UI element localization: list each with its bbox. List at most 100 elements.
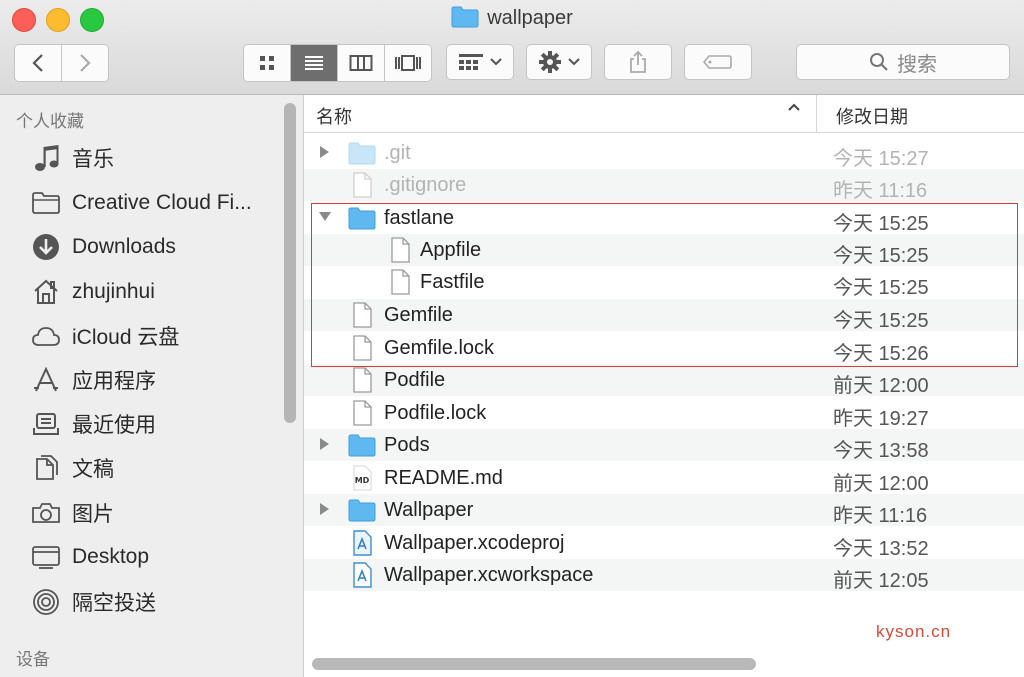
sidebar-item-home[interactable]: zhujinhui (30, 272, 155, 312)
xcode-workspace-icon (348, 561, 376, 589)
file-date: 今天 15:26 (833, 343, 929, 365)
disclosure-triangle-icon[interactable] (318, 502, 330, 516)
file-list: 名称 修改日期 .git 今天 15:27 .gitignore 昨天 11:1… (304, 95, 1024, 677)
folder-icon (30, 187, 62, 219)
file-name: .gitignore (384, 174, 467, 196)
file-date: 昨天 11:16 (833, 505, 928, 527)
file-name: Appfile (420, 239, 482, 261)
disclosure-triangle-icon[interactable] (318, 437, 330, 451)
sidebar-item-music[interactable]: 音乐 (30, 138, 114, 178)
xcode-project-icon (348, 529, 376, 557)
back-button[interactable] (15, 45, 62, 81)
share-icon (628, 50, 648, 74)
document-icon (348, 301, 376, 329)
file-name: Gemfile (384, 304, 453, 326)
file-name: README.md (384, 467, 503, 489)
grid-icon (258, 54, 276, 72)
search-field[interactable]: 搜索 (796, 44, 1010, 80)
applications-icon (30, 364, 62, 396)
forward-button[interactable] (62, 45, 108, 81)
sidebar-item-airdrop[interactable]: 隔空投送 (30, 582, 156, 622)
sidebar-item-recents[interactable]: 最近使用 (30, 404, 156, 444)
share-button[interactable] (604, 44, 672, 80)
columns-icon (349, 54, 373, 72)
file-date: 今天 13:58 (833, 440, 929, 462)
chevron-right-icon (78, 53, 92, 73)
sidebar-scrollbar[interactable] (284, 103, 296, 423)
markdown-file-icon: MD (348, 464, 376, 492)
file-date: 前天 12:00 (833, 375, 929, 397)
file-date: 昨天 11:16 (833, 180, 928, 202)
sidebar-item-creative-cloud[interactable]: Creative Cloud Fi... (30, 183, 252, 223)
search-placeholder: 搜索 (897, 53, 937, 76)
table-row[interactable]: fastlane 今天 15:25 (304, 202, 1024, 235)
name-column-header[interactable]: 名称 (316, 103, 352, 129)
disclosure-triangle-icon[interactable] (318, 145, 330, 159)
file-name: Wallpaper.xcodeproj (384, 532, 565, 554)
document-icon (348, 399, 376, 427)
sidebar-item-downloads[interactable]: Downloads (30, 227, 176, 267)
folder-icon (451, 6, 479, 28)
file-date: 今天 15:25 (833, 245, 929, 267)
window-toolbar: wallpaper 搜索 (0, 0, 1024, 95)
table-row[interactable]: Gemfile 今天 15:25 (304, 299, 1024, 332)
favorites-heading: 个人收藏 (16, 112, 84, 131)
folder-icon (348, 431, 376, 459)
window-title-text: wallpaper (487, 7, 573, 29)
file-name: Podfile (384, 369, 446, 391)
cover-flow-view-button[interactable] (385, 45, 431, 81)
document-icon (386, 236, 414, 264)
action-button[interactable] (526, 44, 592, 80)
file-name: Pods (384, 434, 430, 456)
file-name: Fastfile (420, 271, 485, 293)
folder-icon (348, 204, 376, 232)
sidebar-item-label: 最近使用 (72, 414, 156, 437)
list-icon (303, 54, 325, 72)
icon-view-button[interactable] (244, 45, 291, 81)
edit-tags-button[interactable] (684, 44, 752, 80)
table-row[interactable]: Gemfile.lock 今天 15:26 (304, 332, 1024, 365)
table-row[interactable]: .git 今天 15:27 (304, 137, 1024, 170)
table-row[interactable]: Wallpaper.xcodeproj 今天 13:52 (304, 527, 1024, 560)
table-row[interactable]: Appfile 今天 15:25 (304, 234, 1024, 267)
sidebar-item-icloud[interactable]: iCloud 云盘 (30, 316, 179, 356)
sidebar: 个人收藏 音乐 Creative Cloud Fi... Downloads z… (0, 95, 304, 677)
sidebar-item-label: iCloud 云盘 (72, 326, 180, 349)
file-name: .git (384, 142, 411, 164)
sort-ascending-icon[interactable] (788, 103, 800, 111)
table-row[interactable]: Fastfile 今天 15:25 (304, 266, 1024, 299)
table-row[interactable]: Wallpaper 昨天 11:16 (304, 494, 1024, 527)
column-divider[interactable] (816, 95, 817, 132)
file-name: Wallpaper (384, 499, 474, 521)
table-row[interactable]: .gitignore 昨天 11:16 (304, 169, 1024, 202)
table-row[interactable]: Wallpaper.xcworkspace 前天 12:05 (304, 559, 1024, 592)
table-row[interactable]: Podfile 前天 12:00 (304, 364, 1024, 397)
file-date: 今天 15:25 (833, 277, 929, 299)
table-row[interactable]: Podfile.lock 昨天 19:27 (304, 397, 1024, 430)
file-date: 今天 15:25 (833, 310, 929, 332)
disclosure-triangle-expanded-icon[interactable] (318, 210, 332, 222)
file-name: Gemfile.lock (384, 337, 495, 359)
file-date: 今天 13:52 (833, 538, 929, 560)
file-date: 前天 12:00 (833, 473, 929, 495)
sidebar-item-applications[interactable]: 应用程序 (30, 360, 156, 400)
sidebar-item-documents[interactable]: 文稿 (30, 448, 114, 488)
download-icon (30, 231, 62, 263)
recents-icon (30, 408, 62, 440)
document-icon (348, 171, 376, 199)
window-title: wallpaper (0, 6, 1024, 30)
date-modified-column-header[interactable]: 修改日期 (836, 103, 908, 129)
table-row[interactable]: MD README.md 前天 12:00 (304, 462, 1024, 495)
chevron-down-icon (490, 58, 502, 66)
sidebar-item-pictures[interactable]: 图片 (30, 493, 114, 533)
table-row[interactable]: Pods 今天 13:58 (304, 429, 1024, 462)
column-view-button[interactable] (338, 45, 385, 81)
chevron-down-icon (568, 58, 580, 66)
view-mode-segment (243, 44, 432, 82)
sidebar-item-desktop[interactable]: Desktop (30, 537, 149, 577)
list-view-button[interactable] (291, 45, 338, 81)
home-icon (30, 276, 62, 308)
horizontal-scrollbar[interactable] (312, 658, 756, 670)
chevron-left-icon (31, 53, 45, 73)
arrange-button[interactable] (446, 44, 514, 80)
